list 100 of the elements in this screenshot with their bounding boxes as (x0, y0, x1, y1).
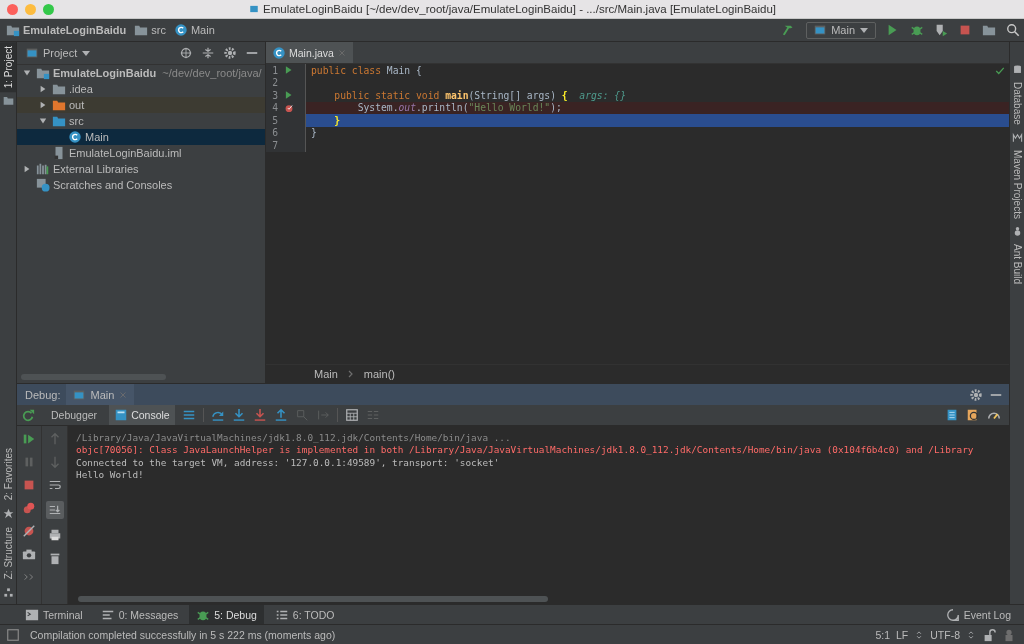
step-into-icon[interactable] (231, 408, 246, 422)
speech-bubble-icon (945, 607, 960, 622)
tree-item[interactable]: out (17, 97, 265, 113)
menu-icon[interactable] (181, 408, 196, 422)
session-tab[interactable]: Main (66, 384, 135, 405)
settings-icon[interactable] (969, 387, 983, 402)
lock-icon[interactable] (982, 627, 996, 642)
maven-icon (1011, 131, 1023, 143)
terminal-icon (25, 607, 39, 622)
line-number: 3 (271, 89, 278, 101)
search-icon[interactable] (1006, 23, 1020, 37)
console-icon (114, 408, 129, 422)
run-configuration-dropdown[interactable]: Main (806, 21, 876, 39)
console-line: objc[70056]: Class JavaLaunchHelper is implemented in both /Library/Java/JavaVirtualMachines/jdk1.8.0_112.jdk/Contents/Home/bin/java (0x104f6b4c0) and /Library (76, 444, 975, 457)
tool-window-tab[interactable]: Database (1010, 78, 1024, 129)
tool-window-tab[interactable]: 2: Favorites (0, 443, 16, 504)
scroll-to-end-icon[interactable] (45, 501, 64, 519)
breadcrumb-item[interactable]: EmulateLoginBaidu (6, 23, 127, 37)
close-window-button[interactable] (7, 3, 18, 15)
line-number: 7 (271, 139, 278, 151)
tree-item[interactable]: External Libraries (17, 161, 265, 177)
debug-tab[interactable]: Console (109, 405, 175, 425)
rerun-icon[interactable] (21, 408, 35, 422)
panel-toggle-icon[interactable] (6, 627, 20, 642)
folder-icon (2, 95, 14, 107)
breakpoint-icon[interactable] (284, 102, 294, 113)
run-icon[interactable] (284, 65, 294, 76)
line-separator-selector[interactable]: LF (896, 628, 909, 641)
trace-icon[interactable] (365, 408, 380, 422)
class-icon (173, 23, 188, 37)
check-icon (995, 66, 1005, 76)
breadcrumb-item[interactable]: src (134, 23, 166, 37)
debug-tab[interactable]: Debugger (46, 405, 103, 425)
stop-icon[interactable] (22, 478, 36, 492)
step-out-icon[interactable] (273, 408, 288, 422)
memory-icon[interactable] (945, 408, 959, 422)
window-title: EmulateLoginBaidu [~/dev/dev_root/java/EmulateLoginBaidu] - .../src/Main.java [EmulateLoginBaidu] (263, 3, 776, 15)
caret-position[interactable]: 5:1 (875, 628, 890, 641)
line-number: 4 (271, 102, 278, 114)
console-line: Connected to the target VM, address: '127.0.0.1:49589', transport: 'socket' (76, 456, 501, 469)
code-line: System.out.println("Hello World!"); (356, 102, 562, 114)
tree-item[interactable]: src (17, 113, 265, 129)
status-message: Compilation completed successfully in 5 s 222 ms (moments ago) (30, 628, 336, 641)
force-step-into-icon[interactable] (252, 408, 267, 422)
tool-window-tab[interactable]: 5: Debug (189, 605, 264, 624)
tool-window-tab[interactable]: Z: Structure (0, 522, 16, 583)
breakpoints-icon[interactable] (22, 501, 36, 515)
tree-item[interactable]: EmulateLoginBaidu ~/dev/dev_root/java/ (17, 65, 265, 81)
breadcrumb-item[interactable]: Main (314, 368, 338, 380)
tree-item[interactable]: Scratches and Consoles (17, 177, 265, 193)
window-icon (813, 23, 828, 37)
structure-icon (2, 587, 14, 598)
panel-title: Debug: (25, 388, 61, 401)
event-log-tab[interactable]: Event Log (938, 605, 1018, 624)
star-icon (2, 507, 14, 519)
expanded-arrow-icon[interactable] (39, 117, 47, 125)
code-line: } (310, 127, 317, 139)
line-number: 6 (271, 127, 278, 139)
editor-tab[interactable]: Main.java (266, 42, 353, 63)
breadcrumb-item[interactable]: Main (173, 23, 215, 37)
coverage-icon[interactable] (934, 23, 948, 37)
mute-breakpoints-icon[interactable] (22, 524, 36, 538)
caret-icon (859, 25, 869, 35)
breadcrumb-item[interactable]: main() (363, 368, 395, 380)
console-line: Hello World! (76, 468, 145, 482)
settings-icon[interactable] (223, 46, 237, 60)
scrollbar-thumb[interactable] (78, 596, 548, 602)
tool-window-tab[interactable]: 6: TODO (267, 605, 342, 624)
run-icon[interactable] (284, 90, 294, 101)
calculator-icon[interactable] (344, 408, 359, 422)
tool-window-tab[interactable]: Maven Projects (1010, 145, 1024, 223)
stop-icon[interactable] (958, 23, 972, 37)
collapsed-arrow-icon[interactable] (39, 101, 47, 109)
tool-window-tab[interactable]: 1: Project (0, 42, 16, 93)
console-line: /Library/Java/JavaVirtualMachines/jdk1.8.0_112.jdk/Contents/Home/bin/java ... (76, 432, 512, 445)
collapsed-arrow-icon[interactable] (39, 85, 47, 93)
tool-window-tab[interactable]: 0: Messages (93, 605, 186, 624)
zoom-window-button[interactable] (43, 3, 54, 15)
line-number: 2 (271, 77, 278, 89)
tree-item[interactable]: .idea (17, 81, 265, 97)
print-icon[interactable] (47, 528, 62, 542)
encoding-selector[interactable]: UTF-8 (930, 628, 960, 641)
camera-icon[interactable] (22, 547, 36, 561)
folder-icon[interactable] (982, 23, 996, 37)
collapsed-arrow-icon[interactable] (23, 165, 31, 173)
tree-item[interactable]: Main (17, 129, 265, 145)
tree-item[interactable]: EmulateLoginBaidu.iml (17, 145, 265, 161)
classes-icon[interactable] (966, 408, 980, 422)
resume-icon[interactable] (22, 432, 36, 446)
app-icon (249, 4, 259, 14)
line-number: 1 (271, 64, 278, 76)
code-line: public class Main { (310, 64, 422, 76)
project-view-dropdown[interactable]: Project (25, 46, 92, 60)
expanded-arrow-icon[interactable] (23, 69, 31, 77)
tool-window-tab[interactable]: Ant Build (1010, 239, 1024, 288)
class-icon (272, 45, 286, 60)
locate-icon[interactable] (179, 46, 193, 60)
tool-window-tab[interactable]: Terminal (18, 605, 90, 624)
collapse-icon[interactable] (201, 46, 215, 60)
soft-wrap-icon[interactable] (47, 478, 62, 492)
